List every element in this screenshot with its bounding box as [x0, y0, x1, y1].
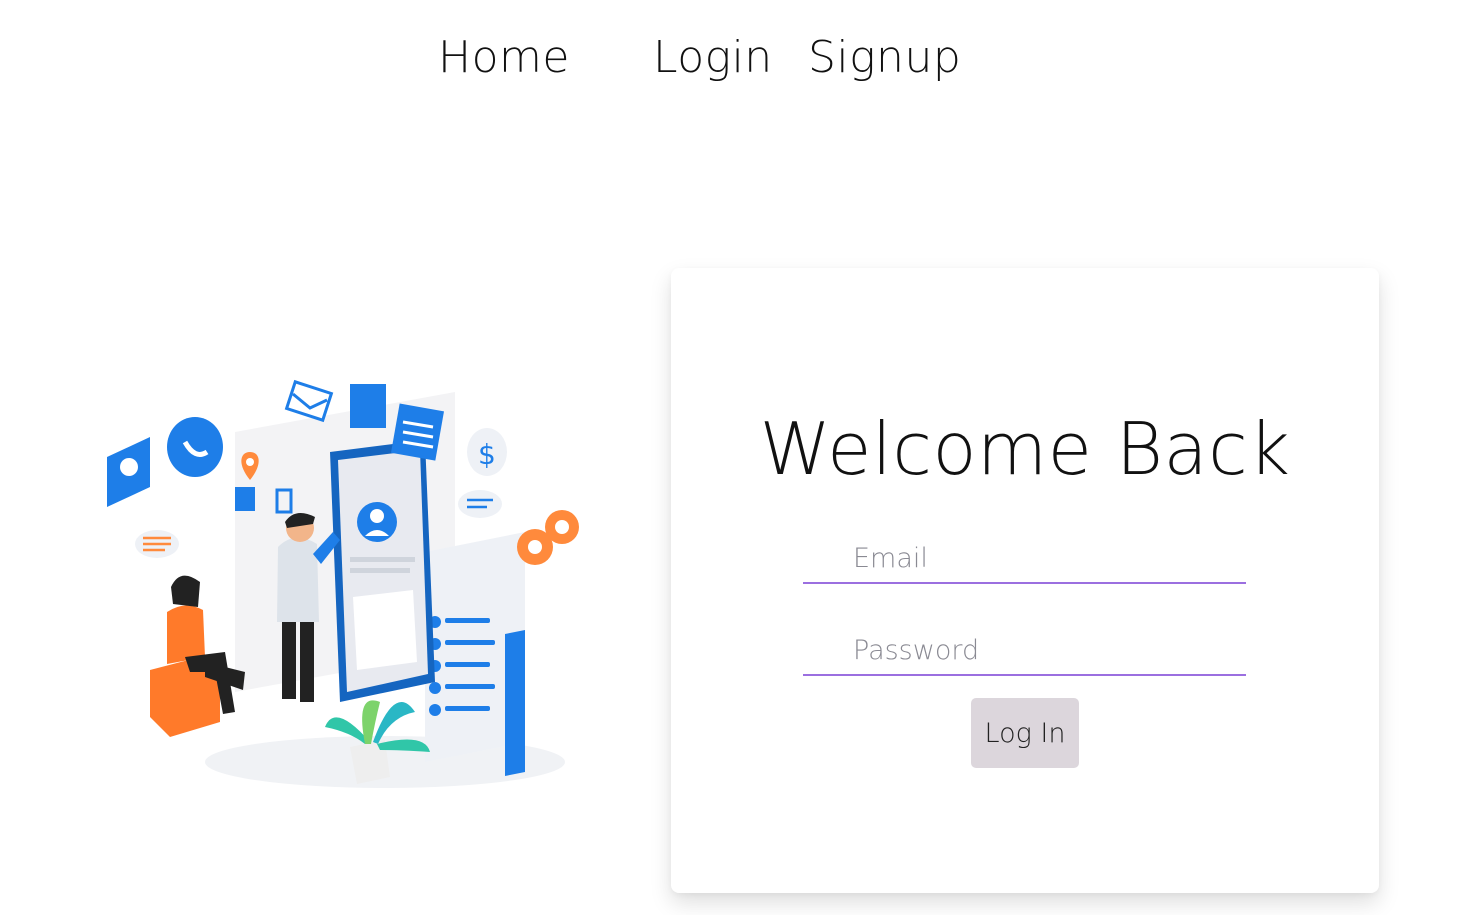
- login-card: Welcome Back Log In: [671, 268, 1379, 893]
- top-nav: Home Login Signup: [0, 0, 1468, 110]
- svg-text:$: $: [478, 438, 496, 471]
- nav-login-link[interactable]: Login: [653, 30, 773, 86]
- email-input[interactable]: [803, 534, 1246, 584]
- nav-signup-link[interactable]: Signup: [808, 30, 961, 86]
- password-input[interactable]: [803, 626, 1246, 676]
- nav-home-link[interactable]: Home: [438, 30, 570, 86]
- login-button[interactable]: Log In: [971, 698, 1079, 768]
- login-title: Welcome Back: [759, 407, 1291, 491]
- mobile-app-illustration: $: [95, 372, 595, 802]
